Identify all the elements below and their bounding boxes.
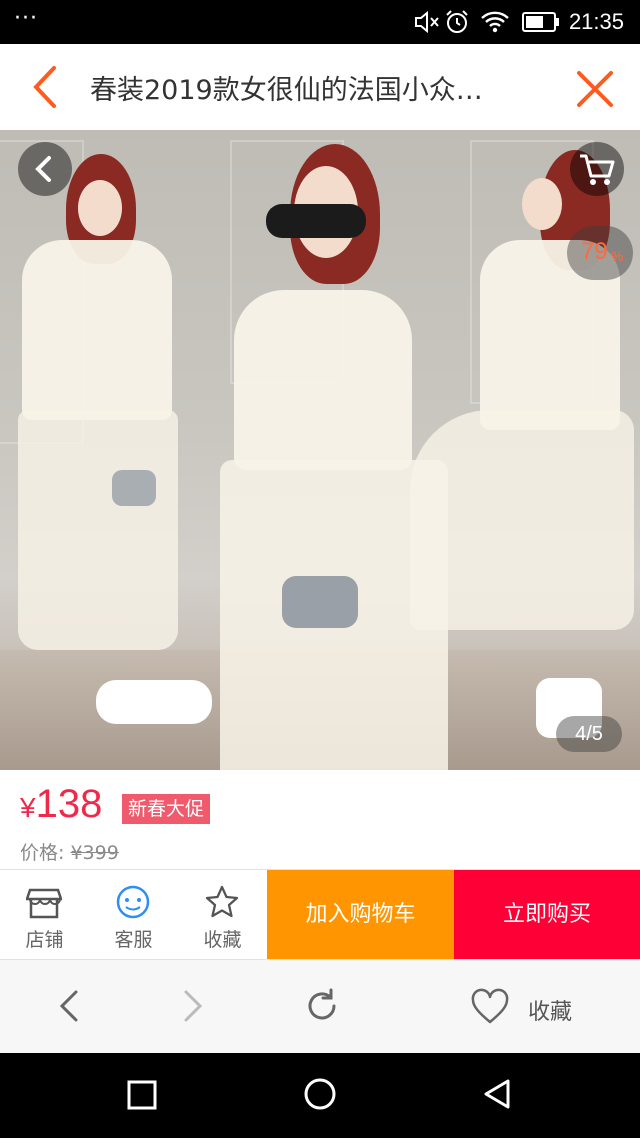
browser-favorite-label[interactable]: 收藏: [528, 994, 572, 1026]
shop-label: 店铺: [25, 929, 64, 951]
load-progress-badge: 79 %: [567, 226, 633, 280]
model-face: [522, 178, 562, 230]
browser-toolbar: 收藏: [0, 959, 640, 1054]
image-back-button[interactable]: [18, 142, 72, 196]
recent-apps-icon[interactable]: [126, 1079, 158, 1111]
system-navigation-bar: [0, 1053, 640, 1138]
sunglasses: [266, 204, 366, 238]
currency-symbol: ¥: [20, 792, 36, 823]
price-amount: 138: [35, 782, 103, 826]
status-bar: ··· 21:35: [0, 0, 640, 44]
shop-icon: [26, 888, 62, 919]
original-price-value: ¥399: [70, 842, 119, 864]
page-title: 春装2019款女很仙的法国小众…: [90, 75, 483, 106]
white-heels: [96, 680, 212, 724]
clock: 21:35: [568, 9, 624, 34]
promo-badge: 新春大促: [122, 794, 211, 824]
cart-icon: [580, 154, 615, 185]
buy-now-button[interactable]: 立即购买: [454, 870, 640, 960]
home-icon[interactable]: [303, 1077, 337, 1111]
close-icon[interactable]: [574, 68, 616, 110]
dress-skirt: [18, 410, 178, 650]
dress-bodice: [234, 290, 412, 470]
action-bar: 店铺 客服 收藏 加入购物车 立即购买: [0, 869, 640, 960]
product-image-gallery[interactable]: [0, 130, 640, 770]
add-to-cart-button[interactable]: 加入购物车: [267, 870, 454, 960]
clutch-bag: [282, 576, 358, 628]
current-price: ¥138: [20, 782, 102, 827]
progress-unit: %: [611, 248, 624, 264]
original-price: 价格: ¥399: [20, 838, 119, 865]
customer-service-button[interactable]: 客服: [89, 870, 178, 960]
dress-skirt: [410, 410, 634, 630]
menu-dots: ···: [14, 6, 38, 31]
original-price-label: 价格:: [20, 842, 65, 864]
browser-back-icon[interactable]: [52, 986, 86, 1026]
cart-button[interactable]: [570, 142, 624, 196]
browser-forward-icon[interactable]: [176, 986, 210, 1026]
alarm-icon: [444, 9, 470, 35]
mute-icon: [414, 9, 440, 35]
favorite-label: 收藏: [203, 929, 242, 951]
shop-button[interactable]: 店铺: [0, 870, 89, 960]
image-page-indicator: 4/5: [556, 716, 622, 752]
refresh-icon[interactable]: [302, 986, 342, 1026]
favorite-button[interactable]: 收藏: [178, 870, 267, 960]
back-arrow-icon[interactable]: [26, 64, 66, 110]
progress-value: 79: [581, 238, 608, 265]
service-label: 客服: [114, 929, 153, 951]
model-face: [78, 180, 122, 236]
star-icon: [205, 885, 239, 918]
title-bar: 春装2019款女很仙的法国小众…: [0, 44, 640, 131]
chat-bubble-icon: [116, 885, 150, 919]
system-back-icon[interactable]: [480, 1077, 514, 1111]
wifi-icon: [480, 9, 510, 35]
battery-icon: [522, 9, 560, 35]
chevron-left-icon: [35, 156, 51, 182]
heart-icon[interactable]: [470, 988, 510, 1026]
clutch-bag: [112, 470, 156, 506]
dress-bodice: [22, 240, 172, 420]
